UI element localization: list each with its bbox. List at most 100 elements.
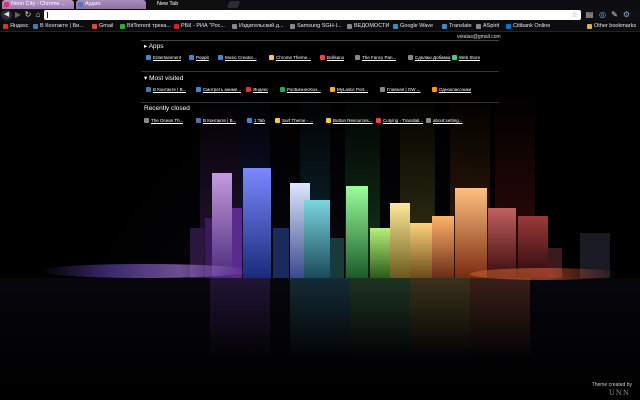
- tab-favicon: [78, 2, 83, 7]
- omnibox-input[interactable]: ☆: [44, 10, 581, 20]
- tab-favicon: [4, 2, 9, 7]
- reload-icon[interactable]: ↻: [23, 10, 33, 20]
- tab-new-tab[interactable]: New Tab: [148, 0, 226, 9]
- bookmark-item[interactable]: РБК - РИА "Рос...: [174, 21, 225, 32]
- recently-closed-item[interactable]: В Контакте | В...: [196, 117, 236, 124]
- app-item[interactable]: Poppit: [189, 54, 209, 61]
- bookmark-item[interactable]: Citibank Online: [506, 21, 550, 32]
- app-item[interactable]: Chrome Theme...: [269, 54, 311, 61]
- app-item[interactable]: Bollsano: [320, 54, 344, 61]
- most-visited-item[interactable]: РосБизнесКон...: [280, 86, 321, 93]
- app-item[interactable]: Entertainment: [146, 54, 181, 61]
- app-favicon: [355, 55, 360, 60]
- wrench-icon[interactable]: ⚙: [621, 10, 632, 20]
- bookmark-item[interactable]: Google Wave: [393, 21, 433, 32]
- folder-icon: [587, 24, 592, 29]
- pencil-icon[interactable]: ✎: [609, 10, 620, 20]
- bookmark-favicon: [92, 24, 97, 29]
- bookmark-item[interactable]: Samsung SGH-I...: [290, 21, 342, 32]
- most-visited-section-title[interactable]: ▾ Most visited: [144, 74, 183, 82]
- toolbar: ◀ ▶ ↻ ⌂ ☆ ▤ ◎ ✎ ⚙: [0, 9, 640, 21]
- bookmark-favicon: [442, 24, 447, 29]
- recently-closed-item[interactable]: about:setting...: [426, 117, 463, 124]
- theme-author-logo: UNN: [608, 389, 630, 397]
- most-visited-item[interactable]: Главная | GW ...: [380, 86, 421, 93]
- site-favicon: [380, 87, 385, 92]
- page-menu-icon[interactable]: ▤: [584, 10, 595, 20]
- bookmark-favicon: [506, 24, 511, 29]
- bookmark-item[interactable]: Gmail: [92, 21, 113, 32]
- divider: [141, 71, 499, 72]
- tab-title: Neon City - Chrome ...: [11, 1, 66, 7]
- bookmark-item[interactable]: Яндекс: [3, 21, 29, 32]
- new-tab-page: vetalas@gmail.com ▸ Apps Entertainment P…: [0, 32, 640, 400]
- site-favicon: [326, 118, 331, 123]
- bookmark-favicon: [476, 24, 481, 29]
- forward-arrow-icon[interactable]: ▶: [13, 10, 23, 20]
- tab-title: Аудио: [85, 1, 101, 7]
- bookmark-item[interactable]: Translate: [442, 21, 472, 32]
- tab-title: New Tab: [157, 1, 179, 7]
- app-item[interactable]: Сделаю Добавка: [408, 54, 451, 61]
- recently-closed-item[interactable]: Surf Theme - ...: [275, 117, 313, 124]
- app-favicon: [320, 55, 325, 60]
- divider: [141, 40, 499, 41]
- bookmark-favicon: [347, 24, 352, 29]
- site-favicon: [196, 87, 201, 92]
- light-swirl: [40, 264, 250, 278]
- new-tab-button[interactable]: [226, 1, 241, 8]
- tab-favicon: [150, 2, 155, 7]
- most-visited-item[interactable]: В Контакте | В...: [146, 86, 186, 93]
- city-skyline: [0, 32, 640, 278]
- extension-icon[interactable]: ◎: [597, 10, 608, 20]
- site-favicon: [432, 87, 437, 92]
- star-icon[interactable]: ☆: [571, 10, 578, 20]
- most-visited-item[interactable]: MyLastic Port...: [330, 86, 368, 93]
- bookmarks-bar: Яндекс В Контакте | Ви... Gmail BitTorre…: [0, 21, 640, 32]
- bookmark-favicon: [174, 24, 179, 29]
- bookmark-item[interactable]: ASpirit: [476, 21, 499, 32]
- site-favicon: [280, 87, 285, 92]
- site-favicon: [275, 118, 280, 123]
- recently-closed-item[interactable]: The Ocean Th...: [144, 117, 183, 124]
- theme-credit: Theme created by: [591, 382, 632, 388]
- app-favicon: [218, 55, 223, 60]
- most-visited-item[interactable]: Яндекс: [246, 86, 268, 93]
- light-swirl: [470, 268, 620, 280]
- bookmark-favicon: [120, 24, 125, 29]
- app-favicon: [146, 55, 151, 60]
- other-bookmarks-button[interactable]: Other bookmarks: [587, 21, 636, 32]
- home-icon[interactable]: ⌂: [33, 10, 43, 20]
- app-item[interactable]: Music Creator...: [218, 54, 257, 61]
- bookmark-favicon: [232, 24, 237, 29]
- bookmark-favicon: [393, 24, 398, 29]
- bookmark-item[interactable]: ВЕДОМОСТИ: [347, 21, 389, 32]
- apps-section-title[interactable]: ▸ Apps: [144, 42, 164, 50]
- site-favicon: [144, 118, 149, 123]
- site-favicon: [376, 118, 381, 123]
- bookmark-favicon: [290, 24, 295, 29]
- site-favicon: [426, 118, 431, 123]
- bookmark-favicon: [3, 24, 8, 29]
- text-cursor: [47, 12, 48, 18]
- app-item[interactable]: The Fancy Pan...: [355, 54, 396, 61]
- site-favicon: [247, 118, 252, 123]
- tab-audio[interactable]: Аудио: [76, 0, 146, 9]
- recently-closed-item[interactable]: 1 Tab: [247, 117, 265, 124]
- back-arrow-icon[interactable]: ◀: [1, 10, 12, 20]
- bookmark-item[interactable]: В Контакте | Ви...: [33, 21, 84, 32]
- recently-closed-item[interactable]: Сutying - Translati...: [376, 117, 423, 124]
- tab-neon-city[interactable]: Neon City - Chrome ...: [2, 0, 74, 9]
- app-favicon: [269, 55, 274, 60]
- divider: [141, 102, 499, 103]
- most-visited-item[interactable]: Смотреть аниме...: [196, 86, 241, 93]
- bookmark-item[interactable]: BitTorrent трека...: [120, 21, 171, 32]
- recently-closed-item[interactable]: Button Resources...: [326, 117, 373, 124]
- site-favicon: [196, 118, 201, 123]
- app-favicon: [408, 55, 413, 60]
- title-bar: Neon City - Chrome ... Аудио New Tab: [0, 0, 640, 9]
- most-visited-item[interactable]: Одноклассники: [432, 86, 471, 93]
- site-favicon: [146, 87, 151, 92]
- bookmark-item[interactable]: Издательский д...: [232, 21, 284, 32]
- app-item[interactable]: Web Store: [452, 54, 480, 61]
